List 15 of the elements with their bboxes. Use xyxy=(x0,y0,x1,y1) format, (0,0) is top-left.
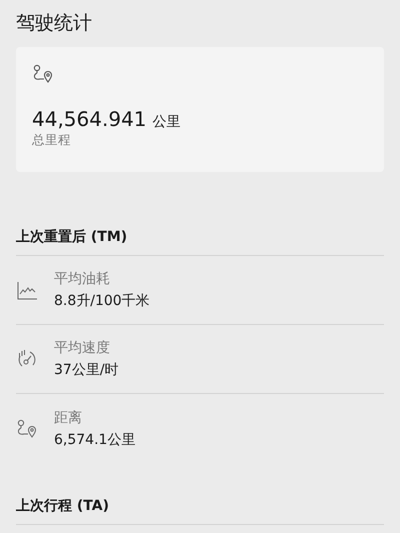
line-chart-icon xyxy=(16,279,38,301)
stat-value: 8.8升/100千米 xyxy=(54,292,150,310)
stat-value: 6,574.1公里 xyxy=(54,430,136,448)
stat-label: 距离 xyxy=(54,408,83,426)
odometer-label: 总里程 xyxy=(32,132,72,149)
stat-label: 平均油耗 xyxy=(54,270,111,288)
route-icon xyxy=(32,63,54,85)
page-title: 驾驶统计 xyxy=(16,11,93,36)
odometer-value: 44,564.941 xyxy=(32,107,147,131)
stat-label: 平均速度 xyxy=(54,339,111,357)
section-heading: 上次重置后 (TM) xyxy=(16,228,384,256)
section-heading: 上次行程 (TA) xyxy=(16,497,384,525)
route-icon xyxy=(16,418,38,440)
stat-value: 37公里/时 xyxy=(54,361,119,379)
odometer-unit: 公里 xyxy=(152,113,181,131)
